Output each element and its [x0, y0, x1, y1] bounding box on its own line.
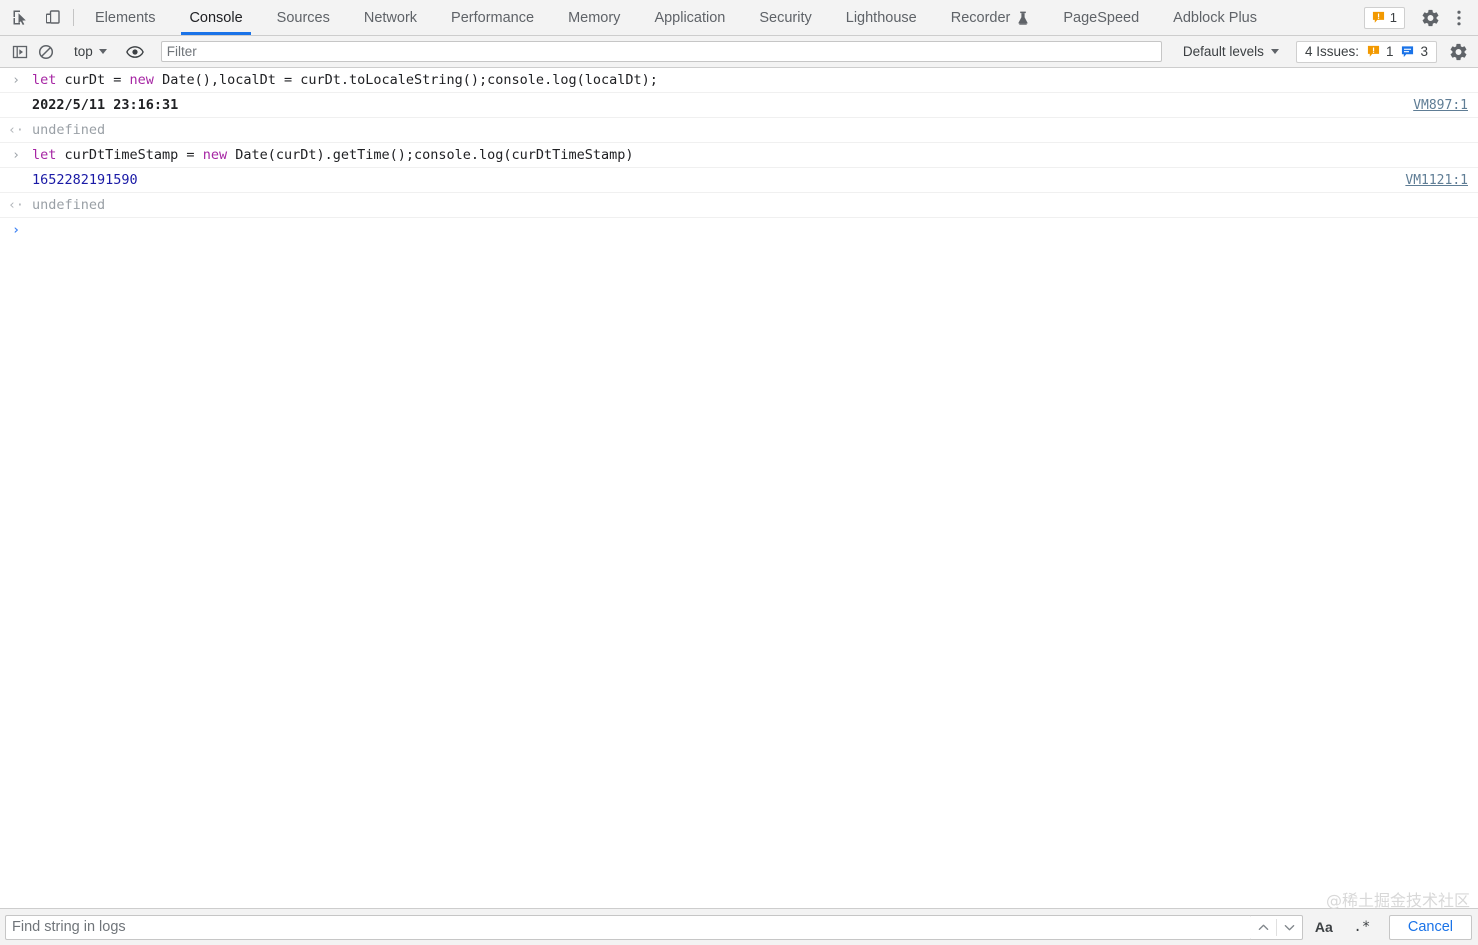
regex-button[interactable]: .*: [1348, 915, 1376, 939]
issues-info-count: 3: [1420, 44, 1428, 59]
execution-context-selector[interactable]: top: [68, 41, 113, 63]
tab-label: Adblock Plus: [1173, 9, 1257, 26]
log-levels-label: Default levels: [1182, 44, 1264, 59]
match-case-button[interactable]: Aa: [1310, 915, 1338, 939]
filter-input[interactable]: [160, 41, 1162, 62]
warning-icon: [1367, 45, 1380, 57]
cancel-button[interactable]: Cancel: [1388, 914, 1472, 940]
issues-counter[interactable]: 4 Issues: 1 3: [1295, 40, 1437, 63]
tabbar-divider: [73, 9, 74, 26]
console-log-row: 2022/5/11 23:16:31 VM897:1: [0, 93, 1478, 118]
tab-label: Performance: [451, 9, 535, 26]
tab-label: Sources: [276, 9, 330, 26]
row-marker-icon: ‹·: [8, 123, 24, 138]
live-expression-eye-icon[interactable]: [122, 40, 148, 64]
warning-icon: [1372, 11, 1384, 23]
chevron-up-icon[interactable]: [1251, 916, 1276, 939]
code-token: curDtTimeStamp =: [64, 147, 203, 163]
execution-context-label: top: [74, 44, 93, 59]
tab-memory[interactable]: Memory: [551, 0, 637, 35]
log-levels-selector[interactable]: Default levels: [1175, 44, 1287, 59]
console-message-list[interactable]: › let curDt = new Date(),localDt = curDt.…: [0, 68, 1478, 908]
console-search-bar: Aa .* Cancel: [0, 908, 1478, 945]
warning-badge-count: 1: [1389, 10, 1397, 25]
device-toolbar-icon[interactable]: [39, 5, 65, 31]
code-token: curDt =: [64, 72, 130, 88]
tab-security[interactable]: Security: [742, 0, 828, 35]
code-token: Date(curDt).getTime();console.log(curDtT…: [235, 147, 634, 163]
tab-label: Lighthouse: [845, 9, 917, 26]
tab-adblock-plus[interactable]: Adblock Plus: [1156, 0, 1274, 35]
devtools-window: Elements Console Sources Network Performance…: [0, 0, 1478, 945]
tab-label: Elements: [95, 9, 156, 26]
code-token: undefined: [32, 122, 106, 138]
source-link[interactable]: VM1121:1: [1405, 171, 1468, 190]
console-log-row: 1652282191590 VM1121:1: [0, 168, 1478, 193]
flask-experiment-icon: [1017, 11, 1029, 25]
clear-console-icon[interactable]: [33, 40, 59, 64]
chevron-down-icon: [98, 49, 107, 54]
code-token: new: [129, 72, 163, 88]
tab-network[interactable]: Network: [347, 0, 434, 35]
inspect-element-icon[interactable]: [7, 5, 33, 31]
row-text: let curDtTimeStamp = new Date(curDt).get…: [32, 146, 1478, 165]
tab-label: Network: [363, 9, 418, 26]
tab-console[interactable]: Console: [172, 0, 259, 35]
info-icon: [1402, 46, 1414, 58]
tab-lighthouse[interactable]: Lighthouse: [829, 0, 934, 35]
row-marker-icon: ›: [12, 223, 20, 238]
devtools-tab-list: Elements Console Sources Network Performance…: [78, 0, 1364, 35]
tab-recorder[interactable]: Recorder: [934, 0, 1047, 35]
row-text: let curDt = new Date(),localDt = curDt.t…: [32, 71, 1478, 90]
tab-label: PageSpeed: [1063, 9, 1140, 26]
code-token: let: [32, 72, 65, 88]
tab-performance[interactable]: Performance: [434, 0, 551, 35]
row-text: undefined: [32, 121, 1478, 140]
console-toolbar: top Default levels 4 Issues: 1: [0, 36, 1478, 68]
tab-application[interactable]: Application: [637, 0, 742, 35]
console-result-row: ‹· undefined: [0, 193, 1478, 218]
three-dot-menu-icon[interactable]: [1446, 5, 1472, 31]
row-text: 2022/5/11 23:16:31: [32, 96, 1478, 115]
tab-label: Memory: [568, 9, 621, 26]
tabbar-left-icons: [0, 0, 69, 35]
console-command-row: › let curDtTimeStamp = new Date(curDt).ge…: [0, 143, 1478, 168]
code-token: 2022/5/11 23:16:31: [32, 97, 179, 113]
tab-pagespeed[interactable]: PageSpeed: [1046, 0, 1156, 35]
issues-warning-count: 1: [1385, 44, 1394, 59]
row-text: 1652282191590: [32, 171, 1478, 190]
source-link[interactable]: VM897:1: [1413, 96, 1468, 115]
gear-icon[interactable]: [1418, 5, 1444, 31]
console-result-row: ‹· undefined: [0, 118, 1478, 143]
warning-badge[interactable]: 1: [1363, 6, 1405, 29]
row-text: undefined: [32, 196, 1478, 215]
search-nav-group: [1250, 914, 1303, 940]
devtools-tabbar: Elements Console Sources Network Performance…: [0, 0, 1478, 36]
code-token: undefined: [32, 197, 106, 213]
chevron-down-icon[interactable]: [1277, 916, 1302, 939]
tab-label: Security: [759, 9, 812, 26]
row-marker-icon: ›: [12, 73, 20, 88]
row-marker-icon: ›: [12, 148, 20, 163]
tabbar-right-controls: 1: [1363, 0, 1478, 35]
issues-label: 4 Issues:: [1304, 44, 1359, 59]
code-token: let: [32, 147, 65, 163]
console-command-row: › let curDt = new Date(),localDt = curDt.…: [0, 68, 1478, 93]
console-sidebar-icon[interactable]: [7, 40, 33, 64]
chevron-down-icon: [1270, 49, 1279, 54]
tab-label: Recorder: [950, 9, 1011, 26]
tab-sources[interactable]: Sources: [260, 0, 347, 35]
code-token: new: [202, 147, 236, 163]
search-input[interactable]: [5, 914, 1252, 940]
code-token: Date(),localDt = curDt.toLocaleString();…: [162, 72, 658, 88]
tab-elements[interactable]: Elements: [78, 0, 172, 35]
row-marker-icon: ‹·: [8, 198, 24, 213]
console-prompt-row[interactable]: ›: [0, 218, 1478, 243]
console-settings-gear-icon[interactable]: [1446, 40, 1472, 64]
code-token: 1652282191590: [32, 172, 138, 188]
tab-label: Application: [654, 9, 726, 26]
tab-label: Console: [189, 9, 243, 26]
